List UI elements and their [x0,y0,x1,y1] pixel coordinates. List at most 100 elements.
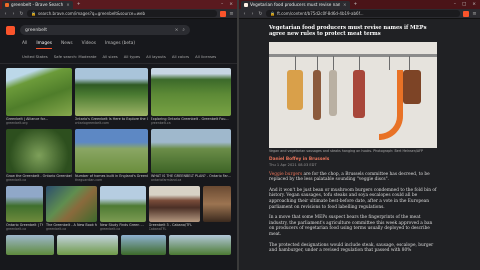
back-icon[interactable]: ‹ [242,11,247,17]
image-thumbnail[interactable] [151,129,231,173]
search-tabs: All Images News Videos Images (beta) [0,37,237,51]
article-headline: Vegetarian food producers must revise na… [269,25,427,38]
filter-region[interactable]: United States [22,54,48,59]
filter-size[interactable]: All sizes [103,54,118,59]
veggie-item [287,69,303,110]
hook [389,55,390,70]
browser-window-right: Vegetarian food producers must revise na… [239,0,480,270]
tab-title: Vegetarian food producers must revise na… [250,2,340,7]
article-paragraph: The protected designations would include… [269,242,434,254]
close-tab-icon[interactable]: × [343,2,347,7]
image-result[interactable]: The Greenbelt - A New Book for ... green… [46,186,97,231]
browser-tab[interactable]: greenbelt - Brave Search × [2,0,73,9]
tab-images-beta[interactable]: Images (beta) [105,41,135,49]
search-icon[interactable]: ⌕ [182,27,185,33]
image-thumbnail[interactable] [57,235,119,255]
new-tab-icon[interactable]: + [352,2,360,7]
tab-news[interactable]: News [61,41,73,49]
image-result[interactable] [6,235,55,255]
image-thumbnail[interactable] [6,129,72,173]
hook [295,55,296,70]
search-input[interactable]: greenbelt × ⌕ [20,25,190,35]
new-tab-icon[interactable]: + [75,2,83,7]
maximize-icon[interactable]: □ [460,2,468,7]
back-icon[interactable]: ‹ [3,11,8,17]
close-tab-icon[interactable]: × [66,2,70,7]
lock-icon: 🔒 [270,11,275,16]
image-source: theguardian.com [75,178,103,182]
brave-shields-icon[interactable] [220,10,226,17]
image-grid: Greenbelt | Alliance for... greenbelt.or… [0,64,237,259]
image-result[interactable]: New Study Finds Green ... greenbelt.ca [100,186,146,231]
image-thumbnail[interactable] [6,235,55,255]
image-result[interactable]: Grow the Greenbelt - Ontario Greenbelt g… [6,129,72,182]
image-result[interactable]: Number of homes built in England's Green… [75,129,148,182]
image-result[interactable] [203,186,232,231]
tab-images[interactable]: Images [36,41,53,49]
filter-type[interactable]: All types [124,54,140,59]
forward-icon[interactable]: › [250,11,255,17]
brave-shields-icon[interactable] [463,10,469,17]
veggie-item [313,69,321,120]
image-result[interactable]: WHAT IS THE GREENBELT PLAN? - Ontario Fa… [151,129,231,182]
image-source: greenbelt.ca [46,227,67,231]
url-field[interactable]: 🔒 ft.com/content/b75d2c0f-8d6d-4b19-ab6f.… [266,10,460,17]
image-thumbnail[interactable] [203,186,232,222]
image-result[interactable] [169,235,231,255]
filter-license[interactable]: All licenses [195,54,216,59]
veggie-item [329,69,337,116]
browser-window-left: greenbelt - Brave Search × + – × ‹ › ↻ 🔒… [0,0,237,270]
clear-icon[interactable]: × [175,28,179,33]
article-date: Thu 1 Apr 2021 08.03 EDT [269,162,317,167]
image-thumbnail[interactable] [121,235,167,255]
url-field[interactable]: 🔒 search.brave.com/images?q=greenbelt&sou… [27,10,217,17]
filter-safesearch[interactable]: Safe search: Moderate [54,54,97,59]
filter-layout[interactable]: All layouts [146,54,166,59]
brave-logo-icon[interactable] [6,25,15,35]
site-favicon-icon [244,2,248,7]
minimize-icon[interactable]: – [452,2,458,7]
browser-tab[interactable]: Vegetarian food producers must revise na… [241,0,350,9]
image-thumbnail[interactable] [169,235,231,255]
image-thumbnail[interactable] [75,129,148,173]
search-header: greenbelt × ⌕ [0,19,237,37]
close-window-icon[interactable]: × [227,2,235,7]
image-thumbnail[interactable] [100,186,146,222]
image-thumbnail[interactable] [46,186,97,222]
close-window-icon[interactable]: × [470,2,478,7]
image-thumbnail[interactable] [74,68,148,116]
article-paragraph: Veggie burgers are for the chop, a Bruss… [269,172,439,183]
url-text: search.brave.com/images?q=greenbelt&sour… [37,11,145,16]
veggie-item [403,69,421,104]
inline-link[interactable]: Veggie burgers [269,172,302,177]
article-paragraph: And it won't be just bean or mushroom bu… [269,187,437,210]
article: Vegetarian food producers must revise na… [239,19,480,254]
lock-icon: 🔒 [31,11,36,16]
tab-videos[interactable]: Videos [82,41,96,49]
image-thumbnail[interactable] [6,68,72,116]
image-thumbnail[interactable] [6,186,43,222]
image-result[interactable] [57,235,119,255]
image-result[interactable] [121,235,167,255]
menu-icon[interactable]: ≡ [472,11,477,17]
image-thumbnail[interactable] [148,186,201,222]
image-result[interactable]: Exploring Ontario Greenbelt - Greenbelt … [150,68,231,125]
forward-icon[interactable]: › [11,11,16,17]
reload-icon[interactable]: ↻ [258,11,263,17]
veggie-item [353,69,365,118]
menu-icon[interactable]: ≡ [229,11,234,17]
tab-all[interactable]: All [22,41,27,49]
article-photo [269,41,437,148]
image-result[interactable]: Greenbelt | Alliance for... greenbelt.or… [6,68,72,125]
filter-color[interactable]: All colors [172,54,189,59]
hook [359,55,360,70]
minimize-icon[interactable]: – [219,2,225,7]
image-result[interactable]: Greenbelt 3 - Cabana/TFL CabanaTFL [148,186,201,231]
image-result[interactable]: Ontario Greenbelt | The ... greenbelt.ca [6,186,43,231]
article-author[interactable]: Daniel Boffey in Brussels [269,157,472,162]
image-thumbnail[interactable] [150,68,231,116]
search-value: greenbelt [25,27,48,33]
reload-icon[interactable]: ↻ [19,11,24,17]
address-bar: ‹ › ↻ 🔒 search.brave.com/images?q=greenbe… [0,9,237,19]
image-result[interactable]: Ontario's Greenbelt Is Here to Explore t… [74,68,148,125]
